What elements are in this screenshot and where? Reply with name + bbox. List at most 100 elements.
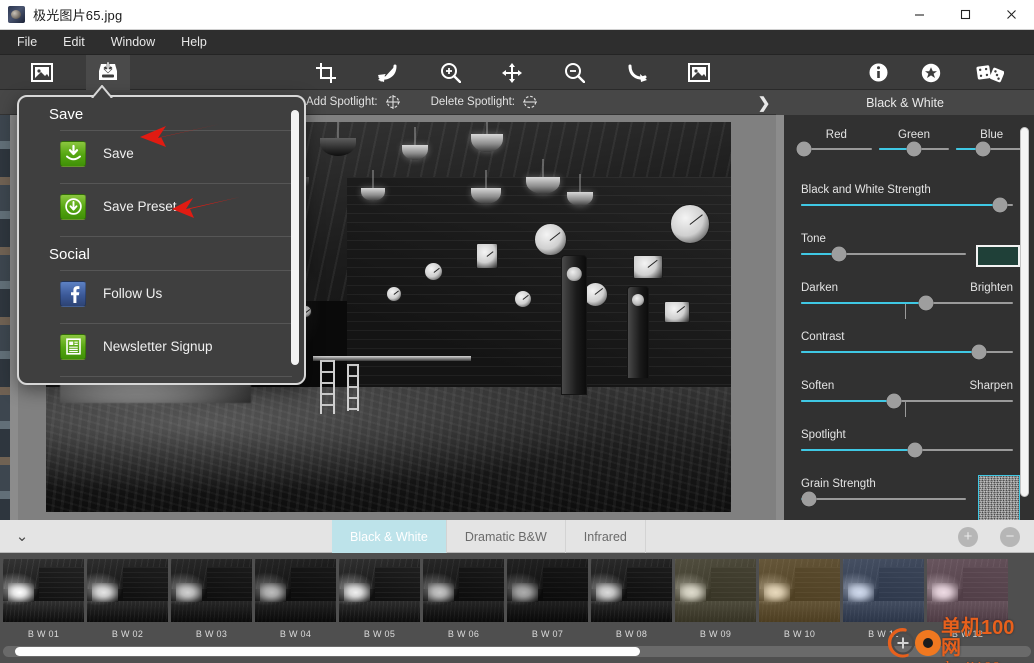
preset-thumbnail-image[interactable] <box>3 559 84 622</box>
menu-help[interactable]: Help <box>168 30 220 55</box>
filmstrip-scrollbar-track[interactable] <box>3 646 1031 657</box>
preset-tabs: Black & White Dramatic B&W Infrared <box>332 520 646 553</box>
expand-options-chevron-icon[interactable]: ❯ <box>752 90 776 115</box>
slider-blue[interactable]: Blue <box>956 129 1028 157</box>
preset-thumbnail-cell[interactable]: B W 05 <box>339 559 420 639</box>
dropdown-heading-social: Social <box>49 246 90 263</box>
preset-thumbnail-image[interactable] <box>87 559 168 622</box>
preset-thumbnail-image[interactable] <box>255 559 336 622</box>
slider-bw-strength[interactable]: Black and White Strength <box>801 184 1013 213</box>
preset-thumbnail-cell[interactable]: B W 09 <box>675 559 756 639</box>
photo-clock <box>533 223 567 257</box>
open-image-icon[interactable] <box>20 55 64 90</box>
preset-thumbnail-label: B W 07 <box>531 629 564 639</box>
preset-thumbnail-cell[interactable]: B W 11 <box>843 559 924 639</box>
slider-grain-strength[interactable]: Grain Strength <box>801 478 966 507</box>
menu-edit[interactable]: Edit <box>50 30 98 55</box>
grain-preview-swatch[interactable] <box>978 475 1020 520</box>
zoom-out-icon[interactable] <box>552 55 596 90</box>
preset-thumbnail-cell[interactable]: B W 07 <box>507 559 588 639</box>
maximize-button[interactable] <box>942 0 988 30</box>
slider-spotlight[interactable]: Spotlight <box>801 429 1013 458</box>
tab-infrared[interactable]: Infrared <box>566 520 646 553</box>
preset-thumbnail-image[interactable] <box>423 559 504 622</box>
tab-black-and-white[interactable]: Black & White <box>332 520 447 553</box>
preset-thumbnail-image[interactable] <box>591 559 672 622</box>
delete-spotlight-label: Delete Spotlight: <box>430 96 515 108</box>
remove-preset-button[interactable]: − <box>1000 526 1020 547</box>
preset-thumbnail-image[interactable] <box>927 559 1008 622</box>
delete-spotlight-group[interactable]: Delete Spotlight: <box>431 94 546 110</box>
preset-thumbnail-image[interactable] <box>759 559 840 622</box>
tab-dramatic-bw[interactable]: Dramatic B&W <box>447 520 566 553</box>
dropdown-item-email-support[interactable]: Email Support <box>19 377 304 383</box>
slider-grain-strength-track[interactable] <box>801 491 966 507</box>
slider-red[interactable]: Red <box>796 129 872 157</box>
move-icon[interactable] <box>490 55 534 90</box>
preset-thumbnail-image[interactable] <box>507 559 588 622</box>
info-icon[interactable] <box>856 55 900 90</box>
preset-filmstrip[interactable]: B W 01 B W 02 B W 03 B W 04 B W 05 B W 06 B W … <box>0 553 1034 663</box>
add-spotlight-group[interactable]: Add Spotlight: <box>306 94 409 110</box>
menu-file[interactable]: File <box>4 30 50 55</box>
slider-red-track[interactable] <box>796 141 872 157</box>
dropdown-item-save-preset[interactable]: Save Preset <box>19 184 304 229</box>
settings-icon[interactable] <box>909 55 953 90</box>
slider-tone-track[interactable] <box>801 246 966 262</box>
preset-thumbnail-label: B W 11 <box>868 629 899 639</box>
menu-window[interactable]: Window <box>98 30 168 55</box>
dropdown-item-save-preset-label: Save Preset <box>103 199 177 214</box>
dropdown-scrollbar[interactable] <box>291 110 299 365</box>
add-spotlight-icon[interactable] <box>385 94 401 110</box>
photo-clock <box>663 301 690 324</box>
slider-soften-sharpen-track[interactable] <box>801 393 1013 417</box>
filmstrip-scrollbar-thumb[interactable] <box>15 647 640 656</box>
slider-blue-track[interactable] <box>956 141 1028 157</box>
slider-contrast-track[interactable] <box>801 344 1013 360</box>
preset-thumbnail-cell[interactable]: B W 02 <box>87 559 168 639</box>
preset-thumbnail-cell[interactable]: B W 08 <box>591 559 672 639</box>
dropdown-item-newsletter-signup[interactable]: Newsletter Signup <box>19 324 304 369</box>
preset-thumbnail-cell[interactable]: B W 12 <box>927 559 1008 639</box>
fit-image-icon[interactable] <box>677 55 721 90</box>
adjustments-panel-scrollbar[interactable] <box>1020 127 1029 497</box>
delete-spotlight-icon[interactable] <box>522 94 538 110</box>
newsletter-icon <box>60 333 86 360</box>
dropdown-item-save-label: Save <box>103 146 134 161</box>
preset-thumbnail-image[interactable] <box>171 559 252 622</box>
close-button[interactable] <box>988 0 1034 30</box>
dropdown-item-follow-us[interactable]: Follow Us <box>19 271 304 316</box>
slider-darken-brighten[interactable]: Darken Brighten <box>801 282 1013 319</box>
preset-thumbnail-label: B W 03 <box>195 629 228 639</box>
redo-icon[interactable] <box>615 55 659 90</box>
minimize-button[interactable] <box>896 0 942 30</box>
undo-icon[interactable] <box>366 55 410 90</box>
preset-thumbnail-cell[interactable]: B W 01 <box>3 559 84 639</box>
slider-green-track[interactable] <box>878 141 950 157</box>
rgb-sliders-group: Red Green Blue <box>796 129 1028 157</box>
preset-thumbnail-cell[interactable]: B W 04 <box>255 559 336 639</box>
dice-icon[interactable] <box>968 55 1012 90</box>
slider-bw-strength-track[interactable] <box>801 197 1013 213</box>
preset-thumbnail-cell[interactable]: B W 10 <box>759 559 840 639</box>
slider-darken-brighten-track[interactable] <box>801 295 1013 319</box>
slider-tone[interactable]: Tone <box>801 233 966 262</box>
zoom-in-icon[interactable] <box>428 55 472 90</box>
photo-clock <box>476 242 499 269</box>
slider-spotlight-track[interactable] <box>801 442 1013 458</box>
collapse-filmstrip-chevron-icon[interactable]: ⌄ <box>0 520 44 553</box>
preset-thumbnail-image[interactable] <box>843 559 924 622</box>
preset-thumbnail-image[interactable] <box>675 559 756 622</box>
crop-icon[interactable] <box>304 55 348 90</box>
slider-green[interactable]: Green <box>878 129 950 157</box>
tone-color-swatch[interactable] <box>976 245 1020 267</box>
slider-contrast[interactable]: Contrast <box>801 331 1013 360</box>
preset-thumbnail-image[interactable] <box>339 559 420 622</box>
main-toolbar <box>0 55 1034 90</box>
slider-soften-sharpen[interactable]: Soften Sharpen <box>801 380 1013 417</box>
slider-tone-label: Tone <box>801 233 826 245</box>
preset-thumbnail-cell[interactable]: B W 06 <box>423 559 504 639</box>
slider-blue-label: Blue <box>980 129 1004 141</box>
preset-thumbnail-cell[interactable]: B W 03 <box>171 559 252 639</box>
add-preset-button[interactable]: + <box>958 526 978 547</box>
